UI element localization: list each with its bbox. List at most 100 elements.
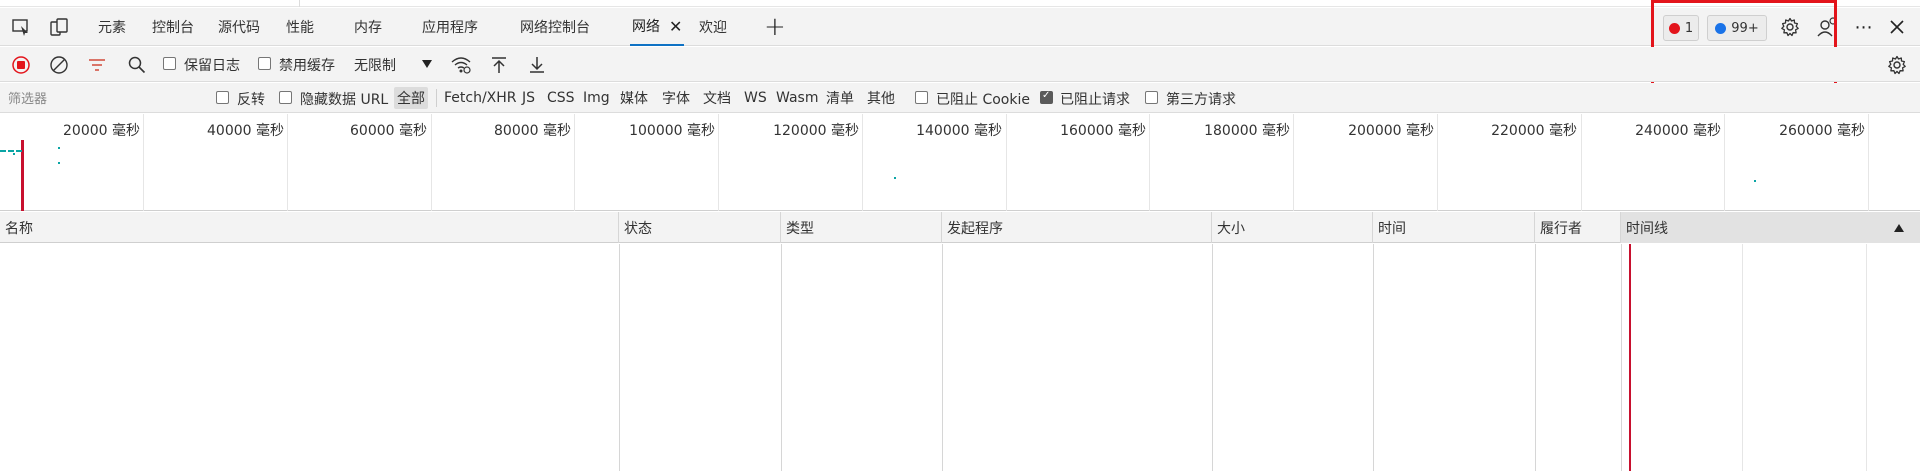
tab-welcome[interactable]: 欢迎 (699, 8, 727, 46)
tab-network-console[interactable]: 网络控制台 (520, 8, 590, 46)
close-icon[interactable]: ✕ (669, 17, 682, 36)
type-filter-js[interactable]: JS (519, 87, 538, 109)
third-party-checkbox[interactable] (1145, 91, 1158, 104)
type-filter-fetch-xhr[interactable]: Fetch/XHR (441, 87, 520, 109)
search-icon[interactable] (124, 52, 150, 78)
overview-gridline (287, 114, 288, 211)
close-devtools-icon[interactable] (1884, 14, 1910, 40)
tab-elements[interactable]: 元素 (98, 8, 126, 46)
column-label: 状态 (624, 220, 652, 237)
hide-data-url-label: 隐藏数据 URL (300, 92, 389, 108)
third-party-label: 第三方请求 (1166, 92, 1236, 108)
column-header-fulfilled-by[interactable]: 履行者 (1535, 212, 1621, 243)
column-label: 发起程序 (947, 220, 1003, 237)
column-divider (1535, 244, 1536, 471)
type-filter-all[interactable]: 全部 (394, 87, 428, 109)
request-table-body[interactable] (0, 244, 1920, 471)
column-divider (781, 244, 782, 471)
overview-gridline (1724, 114, 1725, 211)
throttling-select[interactable]: 无限制 (348, 53, 438, 77)
inspect-element-icon[interactable] (8, 14, 34, 40)
sort-ascending-icon (1894, 224, 1904, 232)
overview-gridline (718, 114, 719, 211)
overview-gridline (1149, 114, 1150, 211)
filter-icon[interactable] (84, 52, 110, 78)
overview-gridline (431, 114, 432, 211)
type-filter-other[interactable]: 其他 (864, 87, 898, 109)
dropdown-arrow-icon (422, 60, 432, 68)
waterfall-load-marker (1629, 244, 1631, 471)
record-stop-icon[interactable] (8, 52, 34, 78)
preserve-log-label: 保留日志 (184, 58, 240, 74)
add-tab-button[interactable]: + (764, 8, 786, 46)
column-divider (1373, 244, 1374, 471)
type-filter-doc[interactable]: 文档 (700, 87, 734, 109)
filter-input[interactable] (0, 86, 200, 110)
column-label: 大小 (1217, 220, 1245, 237)
tab-label: 网络控制台 (520, 20, 590, 36)
tab-console[interactable]: 控制台 (152, 8, 194, 46)
tab-memory[interactable]: 内存 (354, 8, 382, 46)
column-label: 履行者 (1540, 220, 1582, 237)
devtools-tab-bar: 元素 控制台 源代码 性能 内存 应用程序 网络控制台 网络 ✕ 欢迎 + 1 … (0, 8, 1920, 46)
import-har-icon[interactable] (486, 52, 512, 78)
top-strip-segment (0, 0, 300, 7)
overview-request-dot (894, 177, 896, 179)
column-header-time[interactable]: 时间 (1373, 212, 1535, 243)
disable-cache-label: 禁用缓存 (279, 58, 335, 74)
column-header-type[interactable]: 类型 (781, 212, 942, 243)
tab-label: 元素 (98, 20, 126, 36)
column-header-name[interactable]: 名称 (0, 212, 619, 243)
throttling-value: 无限制 (354, 58, 396, 74)
type-filter-manifest[interactable]: 清单 (823, 87, 857, 109)
overview-tick-label: 60000 毫秒 (350, 123, 427, 139)
tab-network[interactable]: 网络 ✕ (630, 8, 685, 46)
export-har-icon[interactable] (524, 52, 550, 78)
type-filter-css[interactable]: CSS (544, 87, 578, 109)
overview-gridline (1006, 114, 1007, 211)
invert-checkbox[interactable] (216, 91, 229, 104)
column-label: 时间线 (1626, 220, 1668, 237)
overview-gridline (862, 114, 863, 211)
timeline-overview[interactable]: 20000 毫秒 40000 毫秒 60000 毫秒 80000 毫秒 1000… (0, 114, 1920, 211)
column-header-initiator[interactable]: 发起程序 (942, 212, 1212, 243)
overview-tick-label: 140000 毫秒 (916, 123, 1002, 139)
overview-tick-label: 120000 毫秒 (773, 123, 859, 139)
clear-icon[interactable] (46, 52, 72, 78)
column-header-status[interactable]: 状态 (619, 212, 781, 243)
filter-bar: 反转 隐藏数据 URL 全部 Fetch/XHR JS CSS Img 媒体 字… (0, 83, 1920, 113)
blocked-requests-checkbox[interactable] (1040, 90, 1053, 104)
tab-sources[interactable]: 源代码 (218, 8, 260, 46)
column-label: 时间 (1378, 220, 1406, 237)
overview-tick-label: 180000 毫秒 (1204, 123, 1290, 139)
waterfall-gridline (1866, 244, 1867, 471)
request-table-header: 名称 状态 类型 发起程序 大小 时间 履行者 时间线 (0, 212, 1920, 243)
hide-data-url-checkbox[interactable] (279, 91, 292, 104)
preserve-log-checkbox[interactable] (163, 57, 176, 70)
overview-request-dot (1754, 180, 1756, 182)
type-filter-media[interactable]: 媒体 (617, 87, 651, 109)
network-conditions-wifi-icon[interactable] (448, 52, 474, 78)
type-filter-img[interactable]: Img (580, 87, 613, 109)
divider (436, 89, 437, 107)
tab-performance[interactable]: 性能 (286, 8, 314, 46)
tab-label: 欢迎 (699, 20, 727, 36)
tab-application[interactable]: 应用程序 (422, 8, 478, 46)
column-header-size[interactable]: 大小 (1212, 212, 1373, 243)
overview-tick-label: 240000 毫秒 (1635, 123, 1721, 139)
column-header-waterfall[interactable]: 时间线 (1621, 212, 1920, 243)
more-options-icon[interactable]: ⋯ (1851, 14, 1877, 40)
disable-cache-checkbox[interactable] (258, 57, 271, 70)
overview-gridline (1868, 114, 1869, 211)
blocked-cookies-checkbox[interactable] (915, 91, 928, 104)
network-settings-gear-icon[interactable] (1884, 52, 1910, 78)
type-filter-wasm[interactable]: Wasm (773, 87, 821, 109)
overview-tick-label: 40000 毫秒 (207, 123, 284, 139)
window-top-strip (0, 0, 1920, 7)
column-divider (1212, 244, 1213, 471)
invert-label: 反转 (237, 92, 265, 108)
type-filter-font[interactable]: 字体 (659, 87, 693, 109)
type-filter-ws[interactable]: WS (741, 87, 770, 109)
overview-request-dot (58, 147, 60, 149)
device-emulation-icon[interactable] (46, 14, 72, 40)
